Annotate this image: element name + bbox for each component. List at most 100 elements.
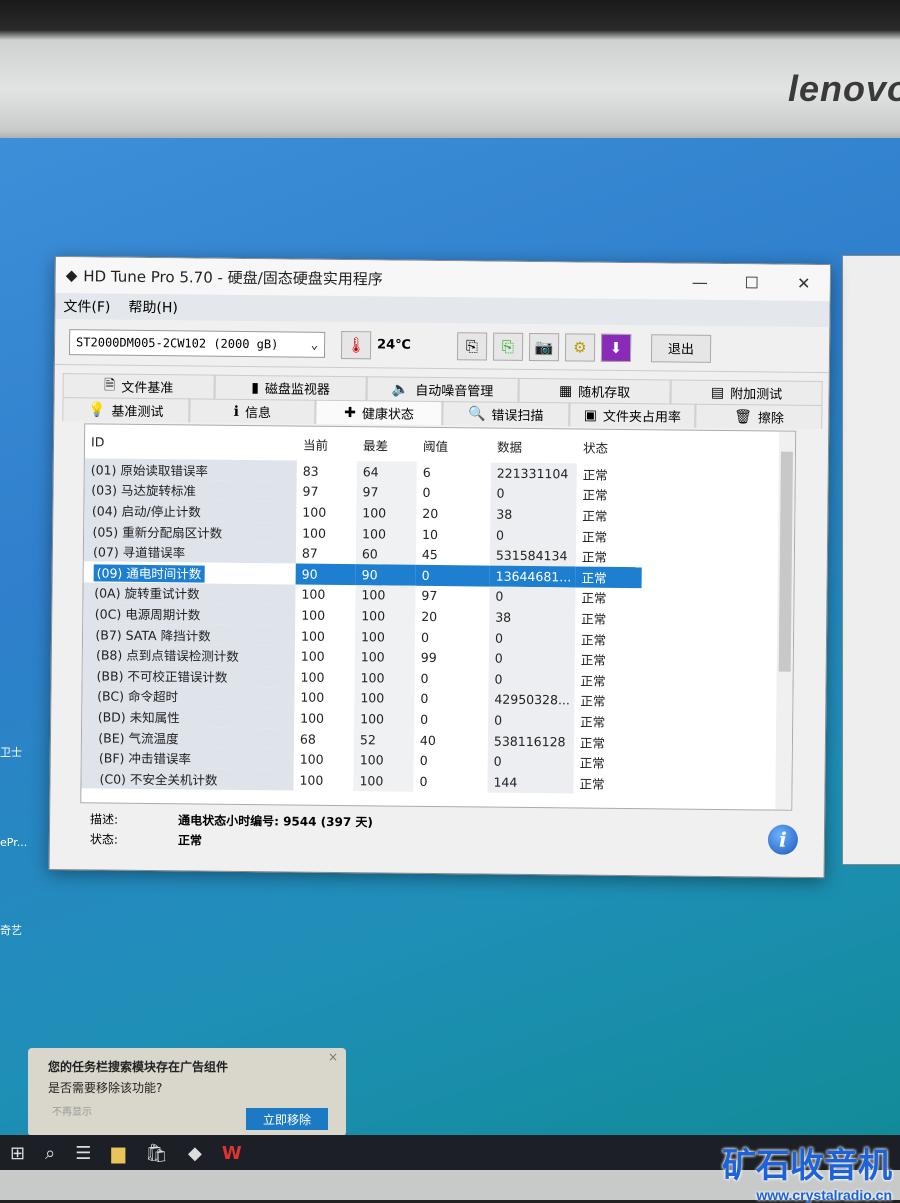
- desktop-icon[interactable]: ePr...: [0, 836, 27, 849]
- file-explorer-icon[interactable]: ▆: [111, 1143, 125, 1164]
- tab-icon: 🗑: [734, 408, 753, 425]
- tab-label: 磁盘监视器: [264, 382, 331, 398]
- tab-icon: 🔍: [467, 405, 486, 423]
- vertical-scrollbar[interactable]: [775, 431, 796, 810]
- cell-c4: 0: [488, 627, 576, 649]
- dont-show-again-link[interactable]: 不再显示: [52, 1103, 92, 1118]
- remove-now-button[interactable]: 立即移除: [246, 1108, 328, 1130]
- column-header[interactable]: 当前: [297, 427, 357, 462]
- cell-text: 97: [421, 588, 438, 604]
- tab-tabs_bottom-0[interactable]: 💡 基准测试: [62, 397, 190, 423]
- cell-c5: 正常: [574, 731, 640, 752]
- menu-file[interactable]: 文件(F): [63, 296, 110, 316]
- thermometer-icon: 🌡: [340, 330, 372, 359]
- tab-tabs_top-3[interactable]: ▦ 随机存取: [518, 377, 671, 404]
- status-label: 状态:: [89, 832, 119, 847]
- cell-text: 100: [361, 587, 386, 603]
- cell-c1: 100: [294, 749, 354, 770]
- cell-text: 60: [361, 546, 378, 562]
- close-icon[interactable]: ×: [328, 1050, 338, 1064]
- cell-id: (0A) 旋转重试计数: [83, 581, 296, 605]
- watermark-url: www.crystalradio.cn: [756, 1187, 892, 1203]
- column-header[interactable]: 状态: [577, 429, 643, 464]
- menu-help[interactable]: 帮助(H): [128, 297, 178, 318]
- options-button[interactable]: ⚙: [564, 332, 596, 362]
- cell-id: (01) 原始读取错误率: [84, 458, 297, 482]
- cell-c3: 0: [416, 482, 490, 503]
- cell-c1: 100: [294, 666, 354, 687]
- column-header[interactable]: ID: [85, 424, 297, 460]
- tab-tabs_top-2[interactable]: 🔈 自动噪音管理: [366, 376, 519, 402]
- popup-question: 是否需要移除该功能?: [48, 1081, 163, 1095]
- cell-text: 90: [301, 566, 318, 582]
- cell-text: (C0) 不安全关机计数: [99, 771, 218, 788]
- cell-c3: 40: [414, 730, 488, 751]
- cell-text: (BF) 冲击错误率: [98, 750, 192, 767]
- cell-text: 100: [359, 772, 384, 789]
- windows-start-icon[interactable]: ⊞: [10, 1143, 25, 1164]
- tab-tabs_bottom-5[interactable]: 🗑 擦除: [695, 403, 823, 430]
- copy-all-button[interactable]: ⎘: [492, 332, 524, 361]
- tab-tabs_top-1[interactable]: ▮ 磁盘监视器: [214, 374, 367, 401]
- cell-c5: 正常: [574, 711, 640, 732]
- desktop-icon[interactable]: 卫士: [0, 744, 22, 760]
- watermark: 矿石收音机 www.crystalradio.cn: [722, 1138, 892, 1203]
- cell-text: (03) 马达旋转标准: [91, 482, 197, 499]
- tab-tabs_bottom-2[interactable]: ✚ 健康状态: [315, 399, 443, 426]
- desktop-icon[interactable]: 奇艺: [0, 922, 22, 938]
- cell-text: 0: [420, 629, 430, 645]
- screenshot-camera-button[interactable]: 📷: [528, 332, 560, 361]
- window-title: HD Tune Pro 5.70 - 硬盘/固态硬盘实用程序: [83, 266, 383, 288]
- tab-tabs_bottom-4[interactable]: ▣ 文件夹占用率: [568, 402, 696, 428]
- tab-label: 基准测试: [111, 404, 164, 421]
- tab-label: 自动噪音管理: [415, 383, 494, 400]
- tab-tabs_bottom-3[interactable]: 🔍 错误扫描: [442, 401, 570, 427]
- cell-text: 正常: [580, 693, 606, 710]
- cell-id: (BF) 冲击错误率: [81, 746, 294, 770]
- hdtune-taskbar-icon[interactable]: ◆: [188, 1143, 202, 1164]
- cell-c1: 100: [294, 708, 354, 729]
- tab-tabs_bottom-1[interactable]: ℹ 信息: [188, 398, 316, 424]
- cell-text: 0: [493, 753, 502, 769]
- copy-info-button[interactable]: ⎘: [456, 331, 488, 361]
- info-icon[interactable]: i: [767, 824, 799, 855]
- cell-text: 正常: [580, 652, 606, 668]
- minimize-button[interactable]: —: [674, 272, 726, 292]
- cell-id: (04) 启动/停止计数: [84, 499, 297, 523]
- tab-tabs_top-4[interactable]: ▤ 附加测试: [670, 379, 823, 406]
- cell-c5: 正常: [576, 505, 642, 526]
- save-download-button[interactable]: ⬇: [600, 333, 632, 362]
- cell-id: (BB) 不可校正错误计数: [82, 664, 295, 688]
- cell-text: 100: [300, 648, 325, 664]
- cell-c4: 0: [488, 709, 575, 732]
- column-header[interactable]: 阈值: [417, 428, 491, 463]
- cell-c3: 97: [415, 585, 489, 606]
- column-header[interactable]: 数据: [491, 429, 577, 464]
- maximize-button[interactable]: ☐: [726, 273, 778, 293]
- cell-text: 10: [422, 526, 439, 542]
- close-button[interactable]: ✕: [778, 273, 830, 293]
- tab-icon: 💡: [87, 401, 106, 419]
- cell-c5: 正常: [575, 566, 642, 588]
- scrollbar-thumb[interactable]: [778, 451, 793, 672]
- cell-text: 0: [494, 671, 503, 687]
- search-icon[interactable]: ⌕: [45, 1143, 55, 1164]
- exit-button[interactable]: 退出: [650, 333, 712, 363]
- tab-tabs_top-0[interactable]: 🗎 文件基准: [62, 373, 215, 399]
- cell-text: 0: [420, 691, 429, 707]
- drive-select[interactable]: ST2000DM005-2CW102 (2000 gB) ⌄: [68, 328, 326, 358]
- toolbar: ST2000DM005-2CW102 (2000 gB) ⌄ 🌡 24℃ ⎘ ⎘ …: [54, 319, 830, 374]
- cell-text: (BE) 气流温度: [98, 729, 179, 746]
- store-icon[interactable]: 🛍: [145, 1143, 168, 1164]
- cell-text: (BD) 未知属性: [97, 709, 180, 726]
- wps-icon[interactable]: W: [222, 1143, 242, 1164]
- cell-text: 正常: [580, 714, 606, 730]
- column-header[interactable]: 最差: [357, 427, 417, 462]
- task-view-icon[interactable]: ☰: [75, 1143, 91, 1164]
- cell-text: 0: [494, 650, 503, 666]
- cell-c1: 100: [296, 502, 356, 523]
- cell-text: 0: [419, 773, 428, 789]
- cell-text: 100: [299, 772, 324, 788]
- cell-text: 正常: [579, 755, 605, 771]
- tab-icon: ▣: [583, 407, 598, 424]
